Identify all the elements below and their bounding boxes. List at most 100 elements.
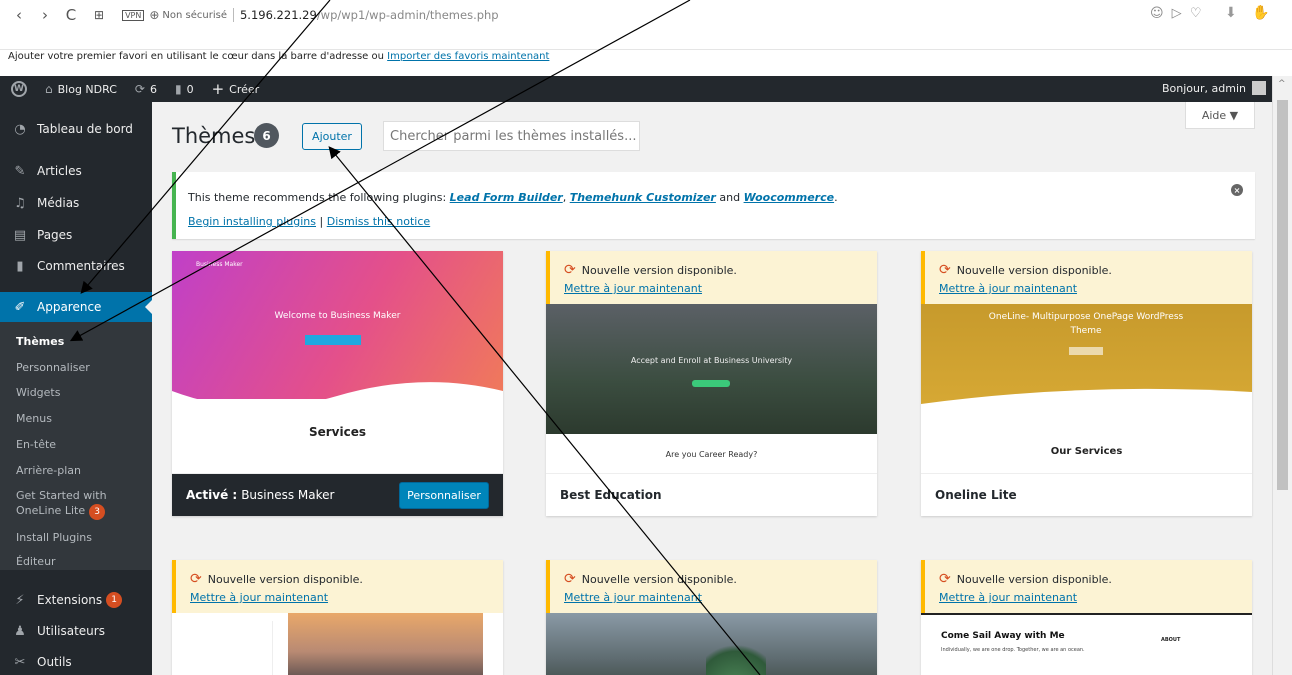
sidebar-item-label: Outils [37,655,72,669]
page-scrollbar[interactable]: ^ [1272,76,1292,675]
refresh-icon: ⟳ [134,82,145,96]
submenu-install-plugins[interactable]: Install Plugins [16,531,92,544]
address-divider [232,8,234,22]
refresh-icon: ⟳ [190,571,202,587]
update-now-link[interactable]: Mettre à jour maintenant [190,591,328,604]
comments-link[interactable]: ▮ 0 [175,82,194,96]
pages-icon: ▤ [13,227,27,243]
site-name-link[interactable]: ⌂ Blog NDRC [45,82,117,96]
users-icon: ♟ [14,623,26,639]
submenu-customize[interactable]: Personnaliser [16,361,90,374]
security-status[interactable]: Non sécurisé [162,10,227,21]
theme-card-best-education[interactable]: ⟳ Nouvelle version disponible. Mettre à j… [546,251,877,516]
theme-card-oneline-lite[interactable]: ⟳ Nouvelle version disponible. Mettre à j… [921,251,1252,516]
import-favorites-link[interactable]: Importer des favoris maintenant [387,51,549,62]
vpn-badge[interactable]: VPN [122,9,145,21]
theme-card-4[interactable]: ⟳ Nouvelle version disponible. Mettre à j… [172,560,503,675]
plugin-link-woocommerce[interactable]: Woocommerce [744,191,835,204]
update-now-link[interactable]: Mettre à jour maintenant [564,591,702,604]
submenu-header[interactable]: En-tête [16,438,56,451]
preview-about: ABOUT [1161,637,1181,643]
submenu-get-started[interactable]: OneLine Lite 3 [16,504,106,520]
active-indicator [145,300,152,314]
sidebar-item-extensions[interactable]: ⚡ Extensions 1 [0,585,152,615]
theme-footer: Activé : Business Maker Personnaliser [172,473,503,516]
create-new-link[interactable]: + Créer [212,80,260,98]
preview-wave [172,382,503,421]
theme-card-6[interactable]: ⟳ Nouvelle version disponible. Mettre à j… [921,560,1252,675]
sidebar-item-appearance[interactable]: ✐ Apparence [0,292,152,322]
dismiss-notice-link[interactable]: Dismiss this notice [327,215,430,228]
comments-count: 0 [186,82,194,96]
extension-icon[interactable]: ✋ [1252,5,1269,21]
address-actions-icon[interactable]: ☺ ▷ ♡ [1150,6,1203,21]
refresh-icon: ⟳ [564,571,576,587]
back-button[interactable]: ‹ [12,6,26,24]
update-now-link[interactable]: Mettre à jour maintenant [564,282,702,295]
theme-name: Oneline Lite [935,488,1017,502]
theme-card-5[interactable]: ⟳ Nouvelle version disponible. Mettre à j… [546,560,877,675]
updates-link[interactable]: ⟳ 6 [135,82,157,96]
submenu-editor[interactable]: Éditeur [16,555,56,568]
site-name: Blog NDRC [57,82,117,96]
submenu-get-started-line1[interactable]: Get Started with [16,489,107,502]
begin-installing-plugins-link[interactable]: Begin installing plugins [188,215,316,228]
sidebar-item-tools[interactable]: ✂ Outils [0,647,152,675]
wordpress-logo-icon[interactable]: W [11,81,27,97]
preview-section: Services [308,425,367,439]
account-menu[interactable]: Bonjour, admin [1162,81,1266,95]
help-tab[interactable]: Aide ▼ [1185,102,1255,129]
refresh-icon: ⟳ [564,262,576,278]
theme-card-business-maker[interactable]: Business Maker Welcome to Business Maker… [172,251,503,516]
customize-button[interactable]: Personnaliser [399,482,489,509]
sidebar-item-pages[interactable]: ▤ Pages [0,220,152,250]
close-icon[interactable]: × [1231,184,1243,196]
notice-actions: Begin installing plugins | Dismiss this … [188,215,430,228]
avatar [1252,81,1266,95]
submenu-themes[interactable]: Thèmes [16,335,64,348]
updates-count: 6 [149,82,157,96]
sidebar-item-dashboard[interactable]: ◔ Tableau de bord [0,114,152,144]
dashboard-icon: ◔ [14,121,26,137]
submenu-menus[interactable]: Menus [16,412,52,425]
preview-button [1069,347,1103,355]
comment-icon: ▮ [174,82,182,96]
update-label: Nouvelle version disponible. [581,572,737,586]
preview-button [305,335,361,345]
create-label: Créer [229,82,260,96]
sidebar-item-label: Extensions [37,593,103,607]
grid-icon[interactable]: ⊞ [94,8,104,22]
forward-button[interactable]: › [38,6,52,24]
update-now-link[interactable]: Mettre à jour maintenant [939,282,1077,295]
update-now-link[interactable]: Mettre à jour maintenant [939,591,1077,604]
submenu-background[interactable]: Arrière-plan [16,464,81,477]
greeting: Bonjour, admin [1162,81,1246,95]
notice-comma: , [562,191,570,204]
media-icon: ♫ [14,195,26,211]
url-host: 5.196.221.29 [239,8,317,22]
sidebar-item-articles[interactable]: ✎ Articles [0,156,152,186]
chevron-up-icon[interactable]: ^ [1278,79,1286,89]
plugin-link-themehunk-customizer[interactable]: Themehunk Customizer [570,191,716,204]
sidebar-item-label: Médias [37,196,80,210]
submenu-widgets[interactable]: Widgets [16,386,60,399]
sidebar-item-users[interactable]: ♟ Utilisateurs [0,616,152,646]
plugin-link-lead-form-builder[interactable]: Lead Form Builder [450,191,563,204]
sidebar-item-comments[interactable]: ▮ Commentaires [0,251,152,281]
theme-search-input[interactable]: Chercher parmi les thèmes installés... [383,121,640,151]
sidebar-item-label: Articles [37,164,82,178]
sidebar-item-media[interactable]: ♫ Médias [0,188,152,218]
sidebar-item-label: Tableau de bord [37,122,133,136]
add-theme-button[interactable]: Ajouter [302,123,362,150]
address-bar[interactable]: 5.196.221.29/wp/wp1/wp-admin/themes.php [240,8,499,22]
plugin-icon: ⚡ [15,592,25,608]
appearance-submenu: Thèmes Personnaliser Widgets Menus En-tê… [0,322,152,570]
scrollbar-thumb[interactable] [1277,100,1288,490]
download-icon[interactable]: ⬇ [1225,5,1237,21]
reload-button[interactable]: C [64,6,78,24]
favorites-bar: Ajouter votre premier favori en utilisan… [8,51,549,62]
preview-heading: Come Sail Away with Me [941,631,1065,641]
main-content: Aide ▼ Thèmes 6 Ajouter Chercher parmi l… [152,102,1272,675]
brush-icon: ✐ [14,299,26,315]
theme-name: Best Education [560,488,662,502]
